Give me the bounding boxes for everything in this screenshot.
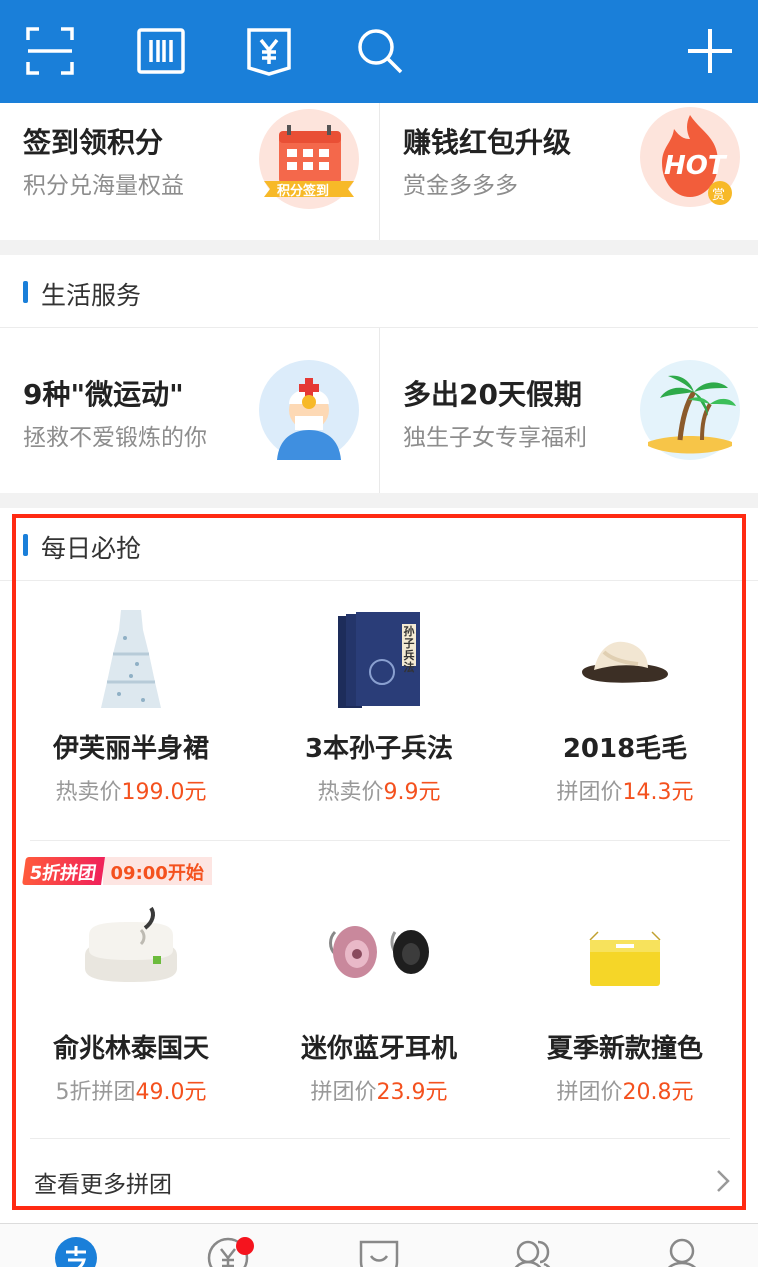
bottom-tab-bar bbox=[0, 1223, 758, 1267]
daily-deals-title: 每日必抢 bbox=[41, 534, 142, 563]
holiday-title: 多出20天假期 bbox=[403, 378, 582, 411]
bounty-subtitle: 赏金多多多 bbox=[403, 173, 518, 199]
alipay-home-icon[interactable] bbox=[54, 1236, 98, 1267]
notification-dot bbox=[236, 1237, 254, 1255]
profile-icon[interactable] bbox=[660, 1236, 704, 1267]
checkin-subtitle: 积分兑海量权益 bbox=[23, 173, 184, 199]
product-card[interactable]: 2018毛毛 拼团价14.3元 bbox=[500, 600, 750, 810]
checkin-title: 签到领积分 bbox=[23, 126, 164, 159]
product-price: 热卖价9.9元 bbox=[317, 780, 441, 805]
product-price: 拼团价23.9元 bbox=[310, 1080, 448, 1105]
start-time-badge: 09:00开始 bbox=[102, 857, 212, 885]
product-price: 5折拼团49.0元 bbox=[55, 1080, 207, 1105]
product-name: 伊芙丽半身裙 bbox=[52, 734, 209, 764]
calendar-checkin-icon: 积分签到 bbox=[259, 109, 359, 209]
holiday-subtitle: 独生子女专享福利 bbox=[403, 425, 587, 451]
search-icon[interactable] bbox=[355, 26, 405, 76]
view-more-group-buy-link[interactable]: 查看更多拼团 bbox=[34, 1165, 172, 1199]
daily-deals-header: 每日必抢 bbox=[0, 508, 758, 581]
doctor-icon bbox=[259, 360, 359, 460]
book-cover-title: 孙子兵法 bbox=[403, 625, 415, 674]
payment-voucher-icon[interactable] bbox=[244, 26, 294, 76]
bounty-title: 赚钱红包升级 bbox=[403, 126, 572, 159]
friends-icon[interactable] bbox=[510, 1236, 554, 1267]
bounty-card[interactable]: 赚钱红包升级 赏金多多多 HOT 赏 bbox=[379, 103, 758, 240]
hot-flame-icon: HOT 赏 bbox=[640, 107, 740, 207]
add-icon[interactable] bbox=[685, 26, 735, 76]
life-services-section: 生活服务 9种"微运动" 拯救不爱锻炼的你 多出20天假期 独生子女专享福利 bbox=[0, 255, 758, 493]
product-price: 拼团价20.8元 bbox=[556, 1080, 694, 1105]
micro-exercise-card[interactable]: 9种"微运动" 拯救不爱锻炼的你 bbox=[0, 328, 379, 493]
checkin-card[interactable]: 签到领积分 积分兑海量权益 积分签到 bbox=[0, 103, 379, 240]
product-name: 夏季新款撞色 bbox=[546, 1034, 703, 1064]
life-services-header: 生活服务 bbox=[0, 255, 758, 328]
checkin-badge-label: 积分签到 bbox=[277, 184, 330, 199]
discount-badge: 5折拼团 bbox=[22, 857, 105, 885]
product-card[interactable]: 夏季新款撞色 拼团价20.8元 bbox=[500, 900, 750, 1110]
product-card[interactable]: 迷你蓝牙耳机 拼团价23.9元 bbox=[254, 900, 504, 1110]
palm-tree-icon bbox=[640, 360, 740, 460]
section-marker bbox=[23, 534, 28, 556]
koubei-icon[interactable] bbox=[357, 1236, 401, 1267]
skirt-image bbox=[101, 608, 161, 710]
chevron-right-icon[interactable] bbox=[714, 1168, 732, 1194]
product-price: 热卖价199.0元 bbox=[55, 780, 207, 805]
product-name: 2018毛毛 bbox=[562, 734, 688, 764]
bounty-mini-label: 赏 bbox=[712, 188, 726, 203]
group-buy-badge: 5折拼团 09:00开始 bbox=[22, 857, 212, 885]
hot-label: HOT bbox=[664, 151, 726, 181]
pillow-image bbox=[81, 906, 181, 986]
holiday-card[interactable]: 多出20天假期 独生子女专享福利 bbox=[379, 328, 758, 493]
product-card[interactable]: 孙子兵法 3本孙子兵法 热卖价9.9元 bbox=[254, 600, 504, 810]
section-marker bbox=[23, 281, 28, 303]
row-divider bbox=[30, 1138, 730, 1139]
promo-row: 签到领积分 积分兑海量权益 积分签到 赚钱红包升级 赏金多多多 HOT 赏 bbox=[0, 103, 758, 240]
handbag-image bbox=[586, 930, 664, 990]
life-services-title: 生活服务 bbox=[41, 281, 142, 310]
product-name: 俞兆林泰国天 bbox=[52, 1034, 209, 1064]
barcode-icon[interactable] bbox=[136, 26, 186, 76]
product-name: 3本孙子兵法 bbox=[304, 734, 454, 764]
product-card[interactable]: 俞兆林泰国天 5折拼团49.0元 bbox=[6, 900, 256, 1110]
product-price: 拼团价14.3元 bbox=[556, 780, 694, 805]
book-set-image: 孙子兵法 bbox=[336, 610, 422, 710]
product-name: 迷你蓝牙耳机 bbox=[300, 1034, 457, 1064]
slipper-image bbox=[580, 638, 670, 688]
product-card[interactable]: 伊芙丽半身裙 热卖价199.0元 bbox=[6, 600, 256, 810]
top-nav-bar bbox=[0, 0, 758, 103]
micro-exercise-subtitle: 拯救不爱锻炼的你 bbox=[23, 425, 207, 451]
earphones-image bbox=[327, 918, 431, 984]
scan-icon[interactable] bbox=[25, 26, 75, 76]
row-divider bbox=[30, 840, 730, 841]
micro-exercise-title: 9种"微运动" bbox=[23, 378, 184, 411]
